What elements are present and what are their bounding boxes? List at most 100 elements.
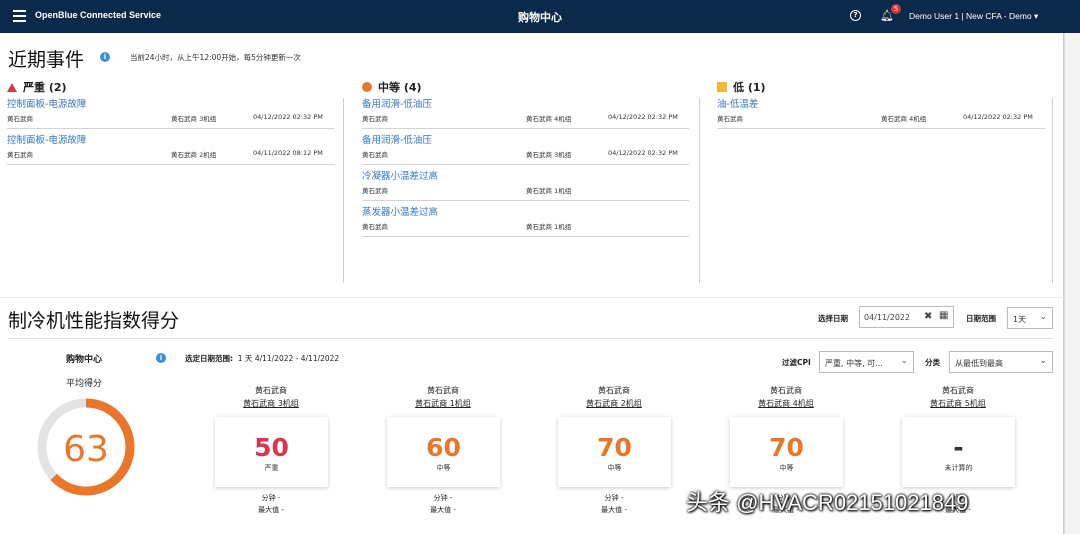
date-range-select[interactable]: 1天 ⌄ <box>1007 307 1053 329</box>
event-unit: 黄石武商 1机组 <box>526 223 572 231</box>
chevron-down-icon: ⌄ <box>1039 312 1047 322</box>
clear-icon[interactable]: ✖ <box>924 311 932 322</box>
date-picker[interactable]: 04/11/2022 ✖ ▦ <box>859 306 954 328</box>
event-time: 04/12/2022 02:32 PM <box>253 113 323 121</box>
event-item[interactable]: 蒸发器小温差过高 黄石武商 黄石武商 1机组 <box>362 201 689 237</box>
event-time: 04/12/2022 02:32 PM <box>608 149 678 157</box>
low-severity-icon <box>717 82 727 92</box>
high-severity-icon <box>7 83 17 92</box>
average-score-label: 平均得分 <box>66 379 103 389</box>
medium-severity-icon <box>362 82 372 92</box>
average-score-value: 63 <box>63 429 109 470</box>
unit-score-card[interactable]: 70 中等 <box>558 417 671 487</box>
event-site: 黄石武商 <box>362 187 388 195</box>
event-site: 黄石武商 <box>7 115 33 123</box>
date-range-value: 1天 <box>1013 315 1027 324</box>
unit-name-link[interactable]: 黄石武商 4机组 <box>706 398 866 409</box>
unit-level: 中等 <box>607 464 622 472</box>
event-unit: 黄石武商 3机组 <box>526 151 572 159</box>
unit-score-card[interactable]: 70 中等 <box>730 417 843 487</box>
event-title[interactable]: 油-低温差 <box>717 96 758 110</box>
event-unit: 黄石武商 4机组 <box>526 115 572 123</box>
chevron-down-icon: ⌄ <box>900 356 908 366</box>
unit-score: 70 <box>597 433 632 462</box>
unit-site: 黄石武商 <box>770 386 802 395</box>
event-title[interactable]: 控制面板-电源故障 <box>7 96 86 110</box>
unit-name-link[interactable]: 黄石武商 3机组 <box>191 398 351 409</box>
unit-header: 黄石武商 黄石武商 3机组 <box>191 385 351 409</box>
event-time: 04/11/2022 08:12 PM <box>253 149 323 157</box>
date-value[interactable]: 04/11/2022 <box>864 313 910 322</box>
unit-footer: 分钟 - 最大值 - <box>534 492 694 516</box>
notification-badge: 5 <box>891 4 901 14</box>
user-menu[interactable]: Demo User 1 | New CFA - Demo ▾ <box>909 11 1038 22</box>
event-title[interactable]: 备用润滑-低油压 <box>362 96 432 110</box>
unit-max: 最大值 - <box>258 506 284 514</box>
events-note: 当前24小时，从上午12:00开始，每5分钟更新一次 <box>130 53 301 62</box>
unit-site: 黄石武商 <box>942 386 974 395</box>
event-item[interactable]: 控制面板-电源故障 黄石武商 黄石武商 3机组 04/12/2022 02:32… <box>7 93 335 129</box>
unit-level: 未计算的 <box>944 464 973 472</box>
calendar-icon[interactable]: ▦ <box>939 310 948 321</box>
select-date-label: 选择日期 <box>818 314 848 323</box>
event-item[interactable]: 控制面板-电源故障 黄石武商 黄石武商 2机组 04/11/2022 08:12… <box>7 129 335 165</box>
column-divider <box>1052 98 1053 283</box>
event-title[interactable]: 控制面板-电源故障 <box>7 132 86 146</box>
event-site: 黄石武商 <box>7 151 33 159</box>
cpi-title: 制冷机性能指数得分 <box>8 310 180 332</box>
event-item[interactable]: 备用润滑-低油压 黄石武商 黄石武商 4机组 04/12/2022 02:32 … <box>362 93 689 129</box>
unit-footer: 分钟 - 最大值 - <box>363 492 523 516</box>
unit-name-link[interactable]: 黄石武商 5机组 <box>878 398 1038 409</box>
unit-score: 60 <box>426 433 461 462</box>
unit-min: 分钟 - <box>604 494 624 502</box>
sort-select[interactable]: 从最低到最高 ⌄ <box>949 351 1053 373</box>
info-icon[interactable]: i <box>156 353 166 363</box>
filter-cpi-select[interactable]: 严重, 中等, 可... ⌄ <box>819 351 914 373</box>
event-unit: 黄石武商 1机组 <box>526 187 572 195</box>
unit-name-link[interactable]: 黄石武商 2机组 <box>534 398 694 409</box>
filter-cpi-label: 过滤CPI <box>782 358 811 367</box>
top-bar: OpenBlue Connected Service 购物中心 ? 🔔︎ 5 D… <box>0 0 1080 33</box>
unit-score-card[interactable]: 60 中等 <box>387 417 500 487</box>
event-title[interactable]: 冷凝器小温差过高 <box>362 168 438 182</box>
scrollbar[interactable] <box>1064 33 1080 534</box>
unit-name-link[interactable]: 黄石武商 1机组 <box>363 398 523 409</box>
unit-min: 分钟 - <box>261 494 281 502</box>
event-title[interactable]: 备用润滑-低油压 <box>362 132 432 146</box>
info-icon[interactable]: i <box>100 52 110 62</box>
unit-score-card[interactable]: 50 严重 <box>215 417 328 487</box>
event-item[interactable]: 油-低温差 黄石武商 黄石武商 4机组 04/12/2022 02:32 PM <box>717 93 1045 129</box>
unit-level: 中等 <box>436 464 451 472</box>
site-name: 购物中心 <box>66 355 103 365</box>
unit-score: 50 <box>254 433 289 462</box>
event-site: 黄石武商 <box>362 151 388 159</box>
watermark: 头条 @HVACR02151021849 <box>686 490 969 515</box>
help-icon[interactable]: ? <box>850 10 861 21</box>
unit-header: 黄石武商黄石武商 1机组 <box>363 385 523 409</box>
unit-level: 严重 <box>264 464 279 472</box>
date-range-summary: 选定日期范围: 1 天 4/11/2022 - 4/11/2022 <box>185 353 339 364</box>
unit-max: 最大值 - <box>430 506 456 514</box>
event-item[interactable]: 备用润滑-低油压 黄石武商 黄石武商 3机组 04/12/2022 02:32 … <box>362 129 689 165</box>
event-item[interactable]: 冷凝器小温差过高 黄石武商 黄石武商 1机组 <box>362 165 689 201</box>
events-title: 近期事件 <box>8 49 85 71</box>
event-title[interactable]: 蒸发器小温差过高 <box>362 204 438 218</box>
event-unit: 黄石武商 2机组 <box>171 151 217 159</box>
unit-max: 最大值 - <box>601 506 627 514</box>
unit-site: 黄石武商 <box>427 386 459 395</box>
unit-score-card[interactable]: - 未计算的 <box>902 417 1015 487</box>
sort-label: 分类 <box>925 358 940 367</box>
event-unit: 黄石武商 4机组 <box>881 115 927 123</box>
unit-header: 黄石武商 黄石武商 2机组 <box>534 385 694 409</box>
average-score-gauge: 63 <box>37 398 135 496</box>
event-unit: 黄石武商 3机组 <box>171 115 217 123</box>
chevron-down-icon: ⌄ <box>1039 356 1047 366</box>
event-site: 黄石武商 <box>717 115 743 123</box>
section-divider <box>8 338 1053 339</box>
range-value: 1 天 4/11/2022 - 4/11/2022 <box>237 354 340 363</box>
column-divider <box>343 98 344 283</box>
unit-score: 70 <box>769 433 804 462</box>
unit-score: - <box>953 433 964 462</box>
date-range-label: 日期范围 <box>966 314 996 323</box>
event-site: 黄石武商 <box>362 115 388 123</box>
